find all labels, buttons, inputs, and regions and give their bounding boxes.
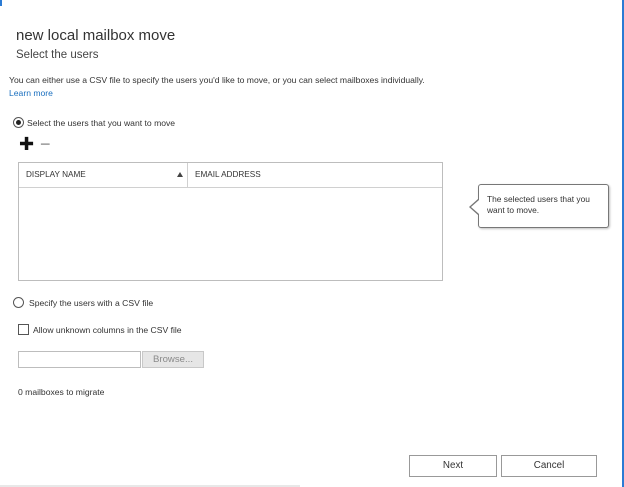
allow-unknown-columns-label[interactable]: Allow unknown columns in the CSV file — [33, 325, 182, 335]
learn-more-link[interactable]: Learn more — [9, 88, 53, 98]
column-divider[interactable] — [187, 163, 188, 187]
column-header-display-name[interactable]: DISPLAY NAME — [26, 163, 86, 187]
browse-button[interactable]: Browse... — [142, 351, 204, 368]
plus-icon[interactable]: ✚ — [19, 135, 34, 153]
mailbox-count-status: 0 mailboxes to migrate — [18, 387, 105, 397]
select-users-radio[interactable] — [13, 117, 24, 128]
users-grid-header: DISPLAY NAME EMAIL ADDRESS — [19, 163, 442, 188]
select-users-label[interactable]: Select the users that you want to move — [27, 118, 175, 128]
next-button[interactable]: Next — [409, 455, 497, 477]
minus-icon[interactable]: − — [40, 135, 51, 153]
tooltip: The selected users that you want to move… — [478, 184, 609, 228]
dialog-title: new local mailbox move — [16, 27, 176, 44]
users-grid-body — [19, 188, 442, 280]
tooltip-text: The selected users that you want to move… — [487, 194, 590, 215]
sort-ascending-icon[interactable] — [177, 172, 183, 177]
csv-file-path-field[interactable] — [18, 351, 141, 368]
intro-description: You can either use a CSV file to specify… — [9, 75, 425, 85]
users-grid[interactable]: DISPLAY NAME EMAIL ADDRESS — [18, 162, 443, 281]
tooltip-pointer-fill — [471, 200, 479, 214]
column-header-email-address[interactable]: EMAIL ADDRESS — [195, 163, 261, 187]
dialog-subtitle: Select the users — [16, 49, 99, 61]
window-edge-accent — [0, 0, 2, 6]
allow-unknown-columns-checkbox[interactable] — [18, 324, 29, 335]
csv-radio[interactable] — [13, 297, 24, 308]
csv-radio-label[interactable]: Specify the users with a CSV file — [29, 298, 153, 308]
cancel-button[interactable]: Cancel — [501, 455, 597, 477]
intro-text: You can either use a CSV file to specify… — [9, 74, 449, 100]
